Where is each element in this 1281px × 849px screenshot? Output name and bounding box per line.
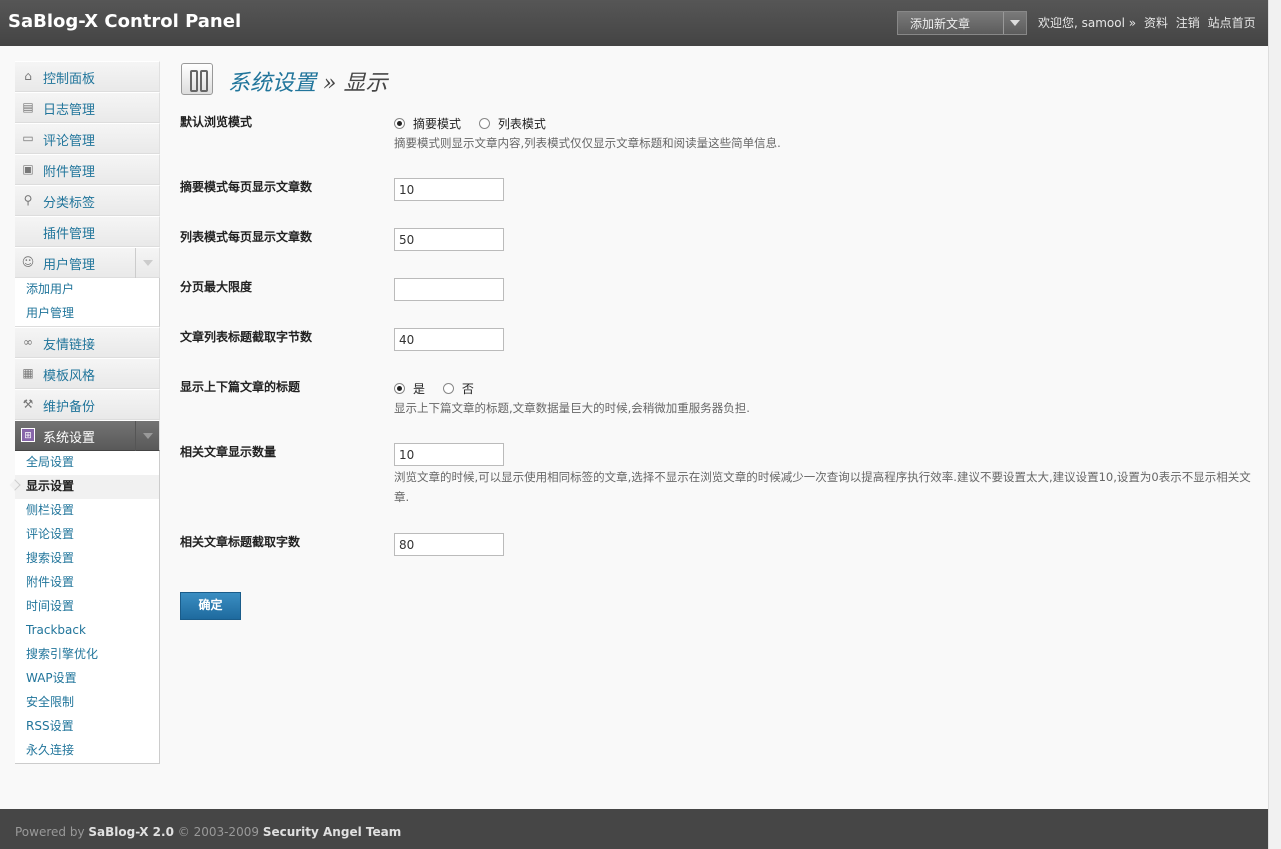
submenu-item-seo[interactable]: 搜索引擎优化 [15, 643, 159, 667]
title-cut-input[interactable] [394, 328, 504, 351]
radio-yes[interactable] [394, 383, 405, 394]
submenu-item-manage-users[interactable]: 用户管理 [15, 302, 159, 326]
help-text: 浏览文章的时候,可以显示使用相同标签的文章,选择不显示在浏览文章的时候减少一次查… [394, 470, 1251, 504]
settings-submenu: 全局设置 显示设置 侧栏设置 评论设置 搜索设置 附件设置 时间设置 Track… [15, 451, 160, 764]
submit-button[interactable]: 确定 [180, 592, 241, 620]
new-post-dropdown[interactable]: 添加新文章 [897, 11, 1027, 35]
link-icon: ∞ [23, 335, 33, 349]
field-label: 显示上下篇文章的标题 [180, 380, 301, 394]
settings-icon: ⊞ [21, 428, 35, 442]
sidebar-item-attachments[interactable]: ▣ 附件管理 [15, 154, 160, 185]
top-nav: 欢迎您, samool » 资料 注销 站点首页 [1038, 14, 1260, 31]
related-title-cut-input[interactable] [394, 533, 504, 556]
tools-icon: ⚒ [22, 397, 34, 411]
sidebar-item-label: 系统设置 [43, 431, 96, 446]
sidebar-item-label: 评论管理 [43, 134, 96, 149]
users-submenu: 添加用户 用户管理 [15, 278, 160, 327]
help-text: 摘要模式则显示文章内容,列表模式仅仅显示文章标题和阅读量这些简单信息. [394, 136, 781, 150]
sidebar-item-label: 附件管理 [43, 165, 96, 180]
sidebar: ⌂ 控制面板 ▤ 日志管理 ▭ 评论管理 ▣ 附件管理 ⚲ 分类标签 插件管理 ☺ 用户管理… [15, 61, 160, 764]
profile-link[interactable]: 资料 [1144, 16, 1168, 30]
submenu-item-sidebar[interactable]: 侧栏设置 [15, 499, 159, 523]
radio-list-mode[interactable] [478, 118, 490, 129]
submenu-item-attachments[interactable]: 附件设置 [15, 571, 159, 595]
expand-toggle[interactable] [135, 421, 159, 451]
submenu-item-global[interactable]: 全局设置 [15, 451, 159, 475]
radio-label: 否 [461, 382, 474, 396]
submenu-item-comments[interactable]: 评论设置 [15, 523, 159, 547]
users-icon: ☺ [21, 255, 35, 269]
new-post-label: 添加新文章 [910, 17, 971, 31]
sidebar-item-maintenance[interactable]: ⚒ 维护备份 [15, 389, 160, 420]
home-icon: ⌂ [24, 69, 32, 83]
sidebar-item-dashboard[interactable]: ⌂ 控制面板 [15, 61, 160, 92]
footer-product-link[interactable]: SaBlog-X 2.0 [88, 825, 174, 839]
radio-label: 是 [413, 382, 426, 396]
welcome-text: 欢迎您, samool » [1038, 16, 1137, 30]
related-count-input[interactable] [394, 443, 504, 466]
field-label: 默认浏览模式 [180, 115, 253, 129]
footer-powered: Powered by [15, 825, 85, 839]
radio-summary-mode[interactable] [394, 118, 405, 129]
breadcrumb-current: 显示 [343, 71, 388, 96]
sidebar-item-users[interactable]: ☺ 用户管理 [15, 247, 160, 278]
header: SaBlog-X Control Panel 添加新文章 欢迎您, samool… [0, 0, 1268, 46]
submenu-item-wap[interactable]: WAP设置 [15, 667, 159, 691]
pin-icon: ⚲ [23, 193, 33, 207]
sidebar-item-label: 分类标签 [43, 196, 96, 211]
field-label: 相关文章标题截取字数 [180, 535, 301, 549]
field-label: 文章列表标题截取字节数 [180, 330, 313, 344]
submenu-item-permalink[interactable]: 永久连接 [15, 739, 159, 763]
list-per-page-input[interactable] [394, 228, 504, 251]
footer-copyright: © 2003-2009 [177, 825, 259, 839]
submenu-item-security[interactable]: 安全限制 [15, 691, 159, 715]
posts-icon: ▤ [22, 100, 34, 114]
sidebar-item-categories[interactable]: ⚲ 分类标签 [15, 185, 160, 216]
breadcrumb-separator: » [316, 71, 344, 96]
submenu-item-add-user[interactable]: 添加用户 [15, 278, 159, 302]
attachments-icon: ▣ [22, 162, 34, 176]
sidebar-item-label: 友情链接 [43, 338, 96, 353]
sidebar-item-label: 日志管理 [43, 103, 96, 118]
sidebar-item-label: 用户管理 [43, 258, 96, 273]
sidebar-item-comments[interactable]: ▭ 评论管理 [15, 123, 160, 154]
submenu-item-trackback[interactable]: Trackback [15, 619, 159, 643]
summary-per-page-input[interactable] [394, 178, 504, 201]
radio-label: 摘要模式 [413, 117, 462, 131]
sidebar-item-plugins[interactable]: 插件管理 [15, 216, 160, 247]
footer: Powered by SaBlog-X 2.0 © 2003-2009 Secu… [0, 809, 1268, 849]
app-logo[interactable]: SaBlog-X Control Panel [8, 11, 241, 32]
template-icon: ▦ [22, 366, 34, 380]
chevron-down-icon[interactable] [1010, 20, 1020, 26]
help-text: 显示上下篇文章的标题,文章数据量巨大的时候,会稍微加重服务器负担. [394, 401, 750, 415]
sidebar-item-links[interactable]: ∞ 友情链接 [15, 327, 160, 358]
site-home-link[interactable]: 站点首页 [1208, 16, 1256, 30]
radio-no[interactable] [442, 383, 454, 394]
logout-link[interactable]: 注销 [1176, 16, 1200, 30]
submenu-item-search[interactable]: 搜索设置 [15, 547, 159, 571]
expand-toggle[interactable] [135, 248, 159, 278]
breadcrumb-section[interactable]: 系统设置 [228, 71, 316, 96]
field-label: 相关文章显示数量 [180, 445, 277, 459]
scrollbar[interactable] [1268, 0, 1281, 849]
settings-icon [181, 63, 213, 95]
max-pages-input[interactable] [394, 278, 504, 301]
radio-label: 列表模式 [497, 117, 546, 131]
field-label: 列表模式每页显示文章数 [180, 230, 313, 244]
submenu-item-rss[interactable]: RSS设置 [15, 715, 159, 739]
submenu-item-display[interactable]: 显示设置 [15, 475, 159, 499]
field-label: 分页最大限度 [180, 280, 253, 294]
submenu-item-time[interactable]: 时间设置 [15, 595, 159, 619]
sidebar-item-label: 模板风格 [43, 369, 96, 384]
sidebar-item-templates[interactable]: ▦ 模板风格 [15, 358, 160, 389]
page-title: 系统设置 » 显示 [228, 65, 387, 97]
sidebar-item-label: 控制面板 [43, 72, 96, 87]
sidebar-item-label: 插件管理 [43, 227, 96, 242]
footer-team-link[interactable]: Security Angel Team [263, 825, 401, 839]
field-label: 摘要模式每页显示文章数 [180, 180, 313, 194]
sidebar-item-label: 维护备份 [43, 400, 96, 415]
sidebar-item-posts[interactable]: ▤ 日志管理 [15, 92, 160, 123]
comments-icon: ▭ [22, 131, 34, 145]
sidebar-item-settings[interactable]: ⊞ 系统设置 [15, 420, 160, 451]
